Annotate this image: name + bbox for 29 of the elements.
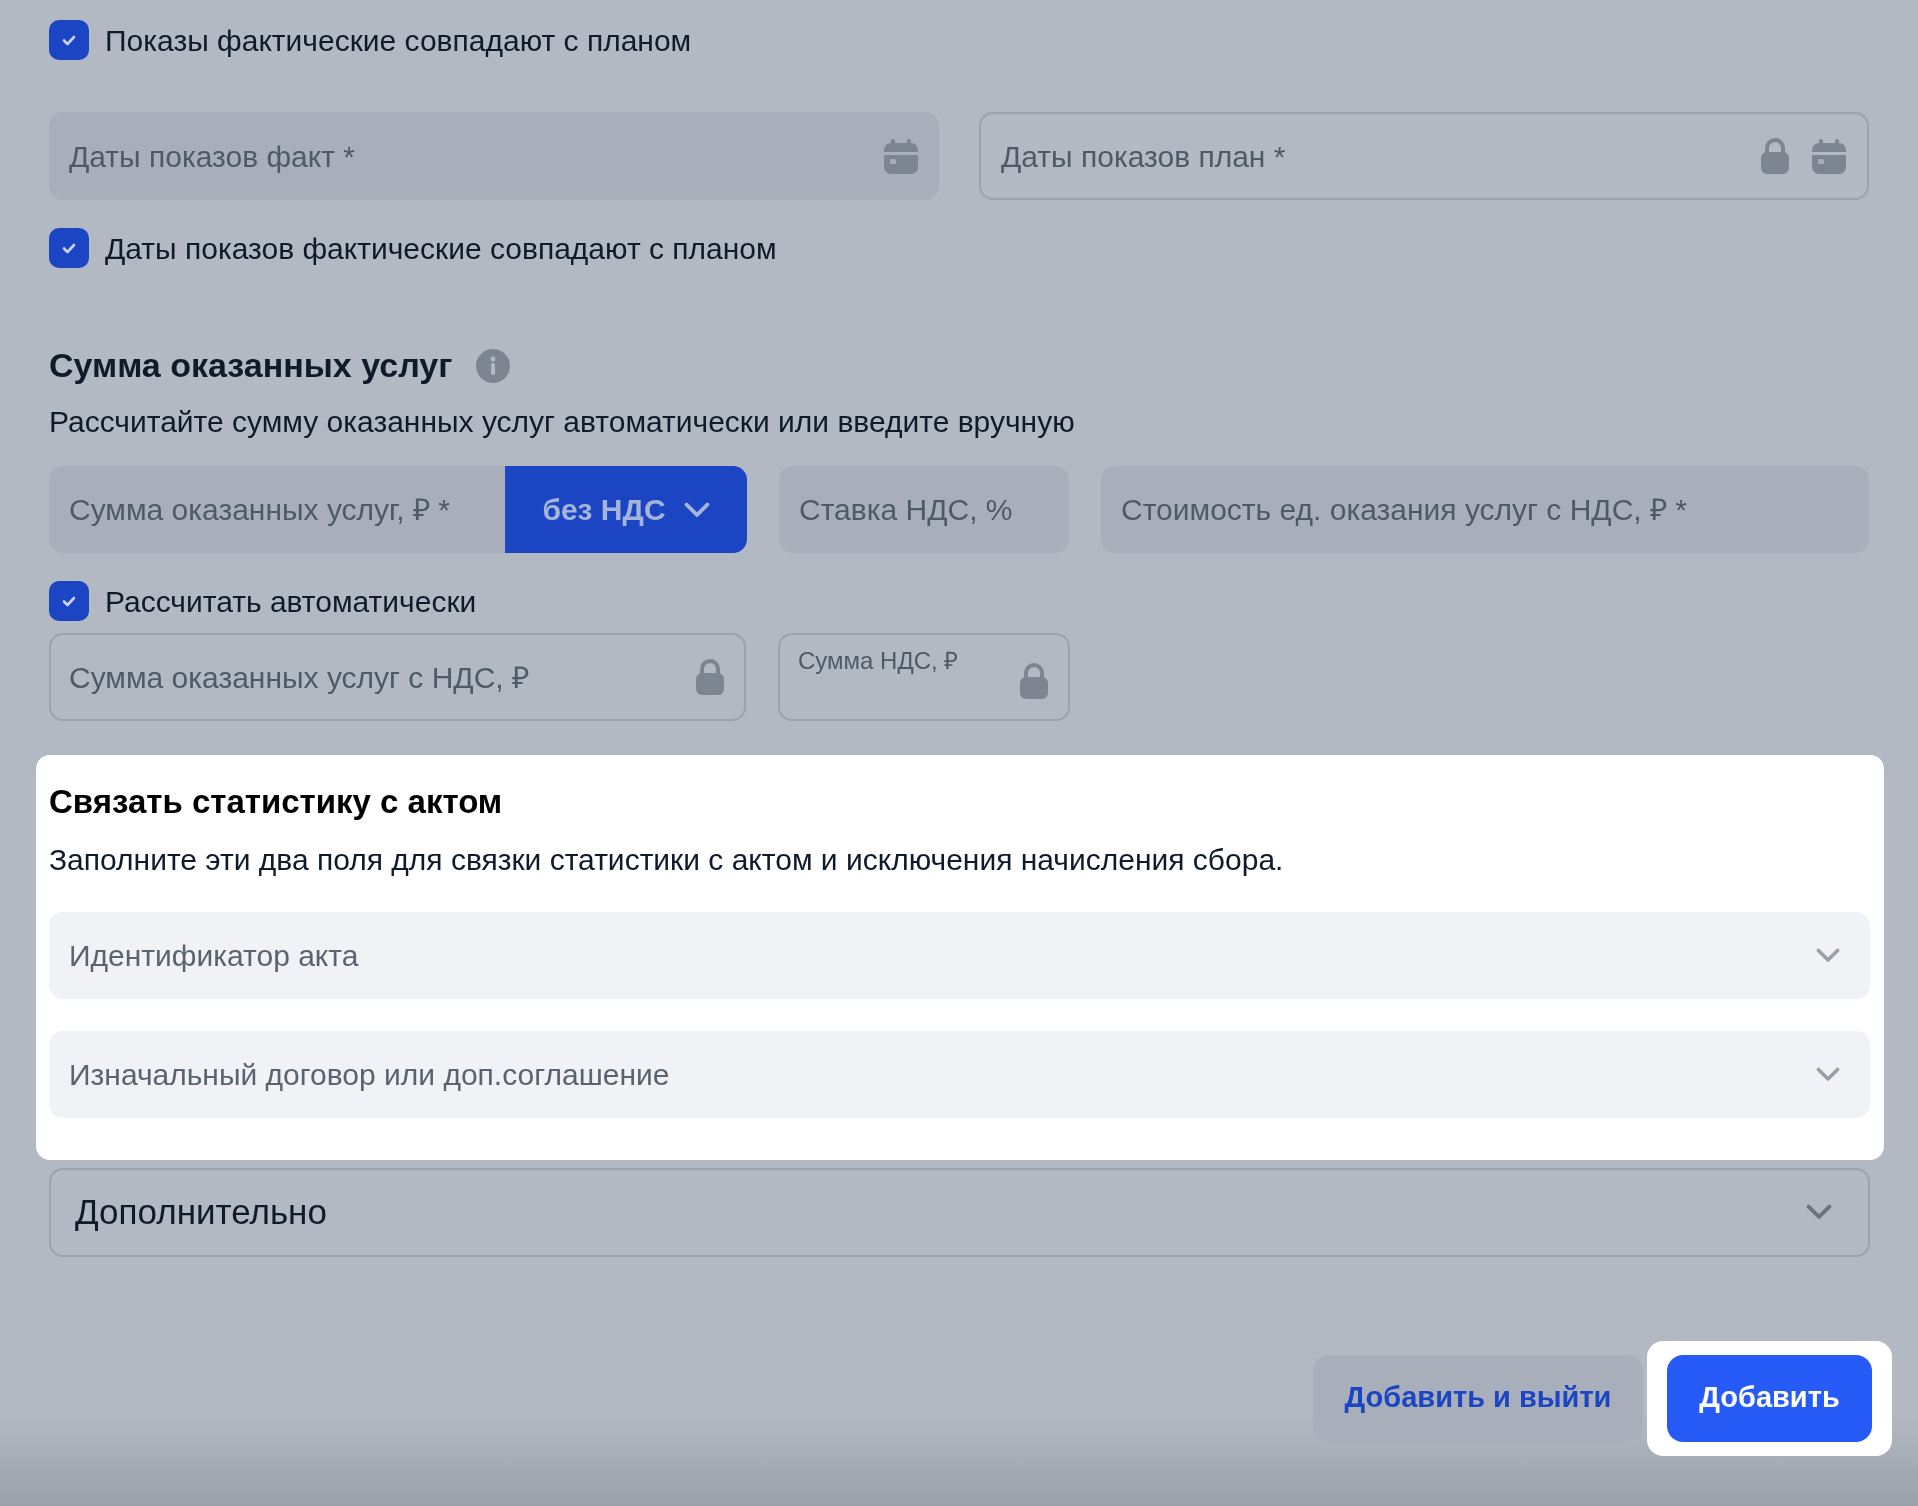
- card-title: Связать статистику с актом: [49, 782, 504, 822]
- chevron-down-icon: [1816, 1066, 1840, 1082]
- card-subtitle: Заполните эти два поля для связки статистики с актом и исключения начисления сбора.: [49, 841, 1285, 878]
- date-field[interactable]: Даты показов факт *: [49, 112, 939, 200]
- select-field[interactable]: Идентификатор акта: [49, 911, 1870, 999]
- lock-icon: [1018, 663, 1050, 699]
- checkbox[interactable]: [49, 20, 89, 60]
- date-field[interactable]: Даты показов план *: [979, 112, 1869, 200]
- locked-field: Сумма оказанных услуг с НДС, ₽: [49, 633, 746, 721]
- section-title: Сумма оказанных услуг: [49, 345, 453, 386]
- select-field[interactable]: Изначальный договор или доп.соглашение: [49, 1030, 1870, 1118]
- sum-field[interactable]: Сумма оказанных услуг, ₽ *: [49, 466, 505, 553]
- add-button[interactable]: Добавить: [1667, 1354, 1872, 1442]
- chevron-down-icon: [1806, 1204, 1832, 1220]
- checkbox-label: Показы фактические совпадают с планом: [105, 22, 692, 59]
- lock-icon: [694, 659, 726, 695]
- section-subtitle: Рассчитайте сумму оказанных услуг автоматически или введите вручную: [49, 404, 1076, 440]
- vat-dropdown[interactable]: без НДС: [505, 466, 747, 553]
- locked-field: Сумма НДС, ₽: [778, 633, 1070, 721]
- checkbox-label: Рассчитать автоматически: [105, 583, 477, 620]
- chevron-down-icon: [683, 501, 710, 518]
- chevron-down-icon: [1816, 947, 1840, 963]
- vat-rate-field[interactable]: Ставка НДС, %: [779, 466, 1069, 553]
- checkbox-label: Даты показов фактические совпадают с планом: [105, 230, 777, 267]
- additional-accordion[interactable]: Дополнительно: [49, 1167, 1870, 1257]
- add-and-exit-button[interactable]: Добавить и выйти: [1313, 1354, 1643, 1442]
- checkbox[interactable]: [49, 228, 89, 268]
- checkbox[interactable]: [49, 581, 89, 621]
- unit-cost-field[interactable]: Стоимость ед. оказания услуг с НДС, ₽ *: [1101, 466, 1869, 553]
